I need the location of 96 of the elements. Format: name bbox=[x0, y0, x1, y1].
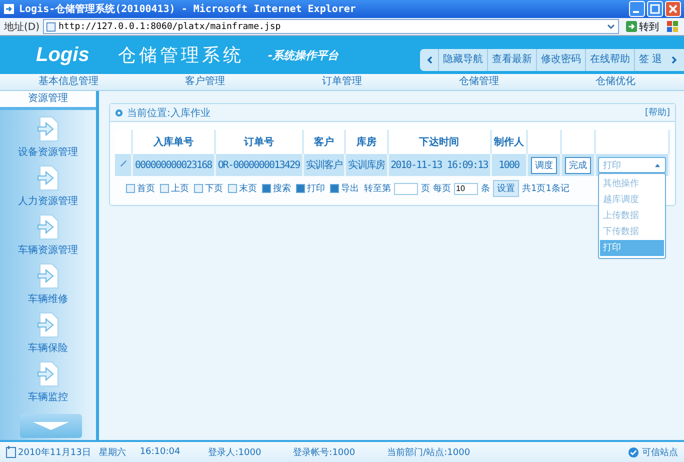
document-arrow-icon bbox=[36, 214, 60, 240]
document-arrow-icon bbox=[36, 263, 60, 289]
pager-link[interactable]: 首页 bbox=[126, 182, 155, 195]
document-arrow-icon bbox=[36, 312, 60, 338]
header-link[interactable]: 在线帮助 bbox=[584, 49, 634, 71]
scroll-right-icon[interactable] bbox=[669, 55, 679, 65]
check-icon bbox=[628, 446, 639, 458]
sidebar-title: 资源管理 bbox=[0, 91, 96, 110]
arrow-icon bbox=[626, 21, 637, 32]
nav-tab[interactable]: 仓储优化 bbox=[547, 74, 684, 90]
window-title: Logis-仓储管理系统(20100413) - Microsoft Internet Explorer bbox=[19, 2, 357, 16]
close-icon[interactable] bbox=[665, 1, 681, 17]
square-icon bbox=[160, 184, 169, 193]
status-account: 登录帐号:1000 bbox=[293, 446, 356, 458]
scroll-down-button[interactable] bbox=[20, 414, 82, 438]
calendar-icon bbox=[6, 446, 16, 458]
page-unit: 页 bbox=[421, 183, 430, 195]
row-button[interactable]: 完成 bbox=[564, 156, 591, 174]
dropdown-option[interactable]: 打印 bbox=[600, 240, 664, 256]
square-icon bbox=[228, 184, 237, 193]
down-arrow-icon bbox=[31, 421, 71, 431]
table-header-cell: 制作人 bbox=[490, 130, 527, 154]
table-header-cell bbox=[115, 130, 132, 154]
per-page-input[interactable]: 10 bbox=[454, 182, 478, 194]
header-link[interactable]: 修改密码 bbox=[536, 49, 585, 71]
table-header-cell: 订单号 bbox=[214, 130, 303, 154]
table-header-cell: 库房 bbox=[345, 130, 388, 154]
nav-tab[interactable]: 基本信息管理 bbox=[0, 74, 137, 90]
pager-link[interactable]: 导出 bbox=[330, 182, 359, 195]
logo: Logis bbox=[36, 44, 90, 66]
record-summary: 共1页1条记 bbox=[522, 182, 570, 195]
app-subtitle: -系统操作平台 bbox=[268, 48, 340, 62]
security-zone: 可信站点 bbox=[642, 446, 678, 458]
windows-logo-icon bbox=[666, 20, 680, 34]
square-icon bbox=[194, 184, 203, 193]
edit-icon[interactable] bbox=[118, 159, 128, 168]
table-header-cell: 下达时间 bbox=[388, 130, 491, 154]
app-title: 仓储管理系统 bbox=[118, 44, 245, 67]
sidebar-item[interactable]: 车辆维修 bbox=[28, 263, 68, 312]
table-header-cell bbox=[526, 130, 561, 154]
scroll-left-icon[interactable] bbox=[424, 55, 435, 65]
sidebar-item[interactable]: 设备资源管理 bbox=[18, 116, 78, 165]
document-arrow-icon bbox=[36, 165, 60, 191]
status-time: 16:10:04 bbox=[140, 447, 180, 457]
pager-link[interactable]: 上页 bbox=[160, 182, 189, 195]
sidebar-item[interactable]: 人力资源管理 bbox=[18, 165, 78, 214]
per-page-unit: 条 bbox=[481, 182, 490, 195]
row-button[interactable]: 调度 bbox=[530, 156, 557, 174]
square-icon bbox=[296, 184, 305, 193]
minimize-icon[interactable] bbox=[629, 1, 645, 17]
pager-link[interactable]: 末页 bbox=[228, 182, 257, 195]
header-link[interactable]: 隐藏导航 bbox=[438, 49, 487, 71]
status-user: 登录人:1000 bbox=[208, 446, 262, 458]
header-link[interactable]: 签 退 bbox=[634, 49, 666, 71]
nav-tab[interactable]: 订单管理 bbox=[274, 74, 410, 90]
document-arrow-icon bbox=[36, 361, 60, 387]
status-site: 当前部门/站点:1000 bbox=[387, 446, 470, 458]
nav-tab[interactable]: 仓储管理 bbox=[410, 74, 548, 90]
location-icon bbox=[115, 108, 123, 116]
nav-tab[interactable]: 客户管理 bbox=[136, 74, 274, 90]
table-header-cell bbox=[560, 130, 595, 154]
apply-button[interactable]: 设置 bbox=[493, 180, 519, 197]
table-cell: 实训库房 bbox=[345, 154, 388, 176]
pager-link[interactable]: 下页 bbox=[194, 182, 223, 195]
help-link[interactable]: [帮助] bbox=[644, 106, 670, 119]
pager-link[interactable]: 搜索 bbox=[262, 182, 291, 195]
table-cell: 2010-11-13 16:09:13 bbox=[388, 154, 491, 176]
page-icon bbox=[3, 3, 15, 15]
table-header-cell: 入库单号 bbox=[132, 130, 215, 154]
page-input[interactable] bbox=[394, 182, 418, 194]
status-weekday: 星期六 bbox=[98, 446, 126, 458]
table-cell: OR-0000000013429 bbox=[214, 154, 303, 176]
breadcrumb: 当前位置:入库作业 bbox=[127, 106, 212, 120]
go-button[interactable]: 转到 bbox=[622, 20, 663, 34]
address-label: 地址(D) bbox=[4, 20, 40, 34]
table-header-cell: 客户 bbox=[302, 130, 346, 154]
goto-label: 转至第 bbox=[364, 182, 391, 195]
table-cell: 实训客户 bbox=[302, 154, 346, 176]
sidebar-item[interactable]: 车辆资源管理 bbox=[18, 214, 78, 263]
maximize-icon[interactable] bbox=[647, 1, 663, 17]
status-date: 2010年11月13日 bbox=[18, 446, 91, 458]
table-cell: 000000000023168 bbox=[132, 154, 215, 176]
pager-link[interactable]: 打印 bbox=[296, 182, 325, 195]
action-select[interactable]: 打印 bbox=[598, 157, 666, 173]
page-icon bbox=[46, 22, 56, 32]
per-page-label: 每页 bbox=[433, 182, 451, 195]
caret-icon bbox=[654, 162, 661, 168]
address-field[interactable]: http://127.0.0.1:8060/platx/mainframe.jsp bbox=[42, 19, 619, 34]
sidebar-item[interactable]: 车辆保险 bbox=[28, 312, 68, 361]
document-arrow-icon bbox=[36, 116, 60, 142]
table-cell: 1000 bbox=[490, 154, 527, 176]
square-icon bbox=[330, 184, 339, 193]
square-icon bbox=[262, 184, 271, 193]
square-icon bbox=[126, 184, 135, 193]
header-link[interactable]: 查看最新 bbox=[486, 49, 536, 71]
sidebar-item[interactable]: 车辆监控 bbox=[28, 361, 68, 410]
